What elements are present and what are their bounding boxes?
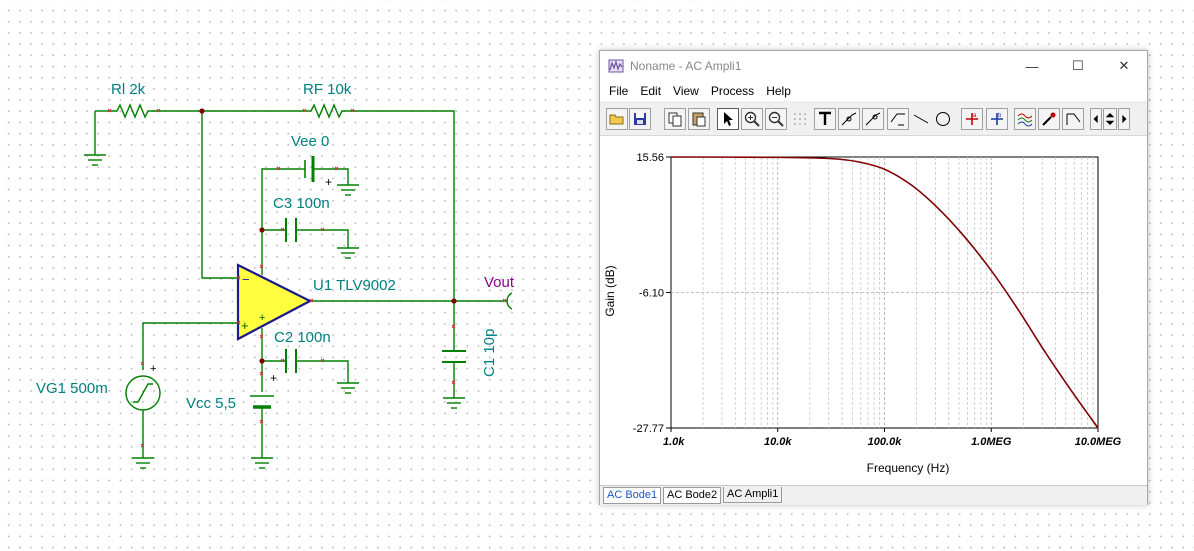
line-icon[interactable]	[910, 108, 932, 130]
vout-terminal[interactable]	[506, 292, 513, 310]
svg-text:a: a	[973, 113, 977, 119]
arrow-left-icon[interactable]	[1090, 108, 1102, 130]
tab-ac-ampli1[interactable]: AC Ampli1	[723, 487, 783, 503]
zoom-out-icon[interactable]	[765, 108, 787, 130]
resistor-rl[interactable]	[111, 103, 158, 119]
menu-help[interactable]: Help	[760, 84, 797, 98]
x-tick-label: 1.0k	[663, 436, 685, 448]
slope-icon[interactable]	[1062, 108, 1084, 130]
grid-icon[interactable]	[789, 108, 811, 130]
label-vg1: VG1 500m	[36, 380, 108, 397]
node-junction	[259, 227, 265, 233]
y-axis-title: Gain (dB)	[603, 265, 617, 316]
cross-b-icon[interactable]: b	[986, 108, 1008, 130]
label-rl: Rl 2k	[111, 81, 146, 98]
y-tick-label: 15.56	[636, 152, 664, 164]
line-draw-icon[interactable]	[887, 108, 909, 130]
arrow-right-icon[interactable]	[1118, 108, 1130, 130]
svg-text:+: +	[325, 175, 332, 189]
cursor-b-icon[interactable]	[862, 108, 884, 130]
tab-bar: AC Bode1 AC Bode2 AC Ampli1	[600, 485, 1147, 505]
label-rf: RF 10k	[303, 81, 352, 98]
label-u1: U1 TLV9002	[313, 277, 396, 294]
menu-file[interactable]: File	[603, 84, 634, 98]
svg-text:b: b	[998, 113, 1002, 119]
menu-view[interactable]: View	[667, 84, 705, 98]
maximize-button[interactable]: ☐	[1055, 51, 1101, 81]
window-title: Noname - AC Ampli1	[630, 59, 742, 73]
pointer-icon[interactable]	[717, 108, 739, 130]
x-axis-title: Frequency (Hz)	[867, 461, 950, 475]
text-icon[interactable]	[814, 108, 836, 130]
probe-icon[interactable]	[1038, 108, 1060, 130]
label-vcc: Vcc 5,5	[186, 395, 236, 412]
resistor-rf[interactable]	[305, 103, 352, 119]
y-tick-label: -6.10	[639, 287, 664, 299]
node-junction	[451, 298, 457, 304]
menu-bar: File Edit View Process Help	[600, 81, 1147, 101]
close-button[interactable]: ✕	[1101, 51, 1147, 81]
x-tick-label: 10.0k	[764, 436, 792, 448]
bode-gain-chart[interactable]: 15.56 -6.10 -27.771.0k 10.0k 100.0k 1.0MEG 10.…	[600, 136, 1147, 485]
svg-text:+: +	[259, 312, 265, 324]
x-tick-label: 100.0k	[868, 436, 903, 448]
circle-icon[interactable]	[932, 108, 954, 130]
arrow-updown-icon[interactable]	[1103, 108, 1117, 130]
label-c2: C2 100n	[274, 329, 331, 346]
svg-text:+: +	[241, 318, 249, 333]
save-icon[interactable]	[629, 108, 651, 130]
minimize-button[interactable]: —	[1009, 51, 1055, 81]
node-junction	[199, 108, 205, 114]
copy-icon[interactable]	[664, 108, 686, 130]
cursor-a-icon[interactable]	[838, 108, 860, 130]
svg-text:+: +	[150, 363, 156, 375]
menu-process[interactable]: Process	[705, 84, 760, 98]
tab-ac-bode1[interactable]: AC Bode1	[603, 487, 662, 504]
title-bar[interactable]: Noname - AC Ampli1 — ☐ ✕	[600, 51, 1147, 81]
waves-icon[interactable]	[1014, 108, 1036, 130]
menu-edit[interactable]: Edit	[634, 84, 667, 98]
label-vee: Vee 0	[291, 133, 329, 150]
ac-analysis-window[interactable]: Noname - AC Ampli1 — ☐ ✕ File Edit View …	[599, 50, 1148, 505]
toolbar: a b	[600, 103, 1147, 136]
open-folder-icon[interactable]	[606, 108, 628, 130]
x-tick-label: 1.0MEG	[971, 436, 1012, 448]
label-c3: C3 100n	[273, 195, 330, 212]
label-c1: C1 10p	[481, 329, 498, 377]
label-vout: Vout	[484, 274, 515, 291]
x-tick-label: 10.0MEG	[1075, 436, 1122, 448]
svg-text:+: +	[270, 371, 277, 385]
svg-text:−: −	[242, 272, 250, 287]
plot-area[interactable]: 15.56 -6.10 -27.77 1.0k 10.0k 100.0k 1.0MEG 10.…	[600, 136, 1147, 485]
node-junction	[259, 358, 265, 364]
zoom-in-icon[interactable]	[741, 108, 763, 130]
y-tick-label: -27.77	[633, 423, 664, 435]
paste-icon[interactable]	[688, 108, 710, 130]
app-icon	[608, 59, 624, 73]
cross-a-icon[interactable]: a	[961, 108, 983, 130]
tab-ac-bode2[interactable]: AC Bode2	[663, 487, 722, 504]
